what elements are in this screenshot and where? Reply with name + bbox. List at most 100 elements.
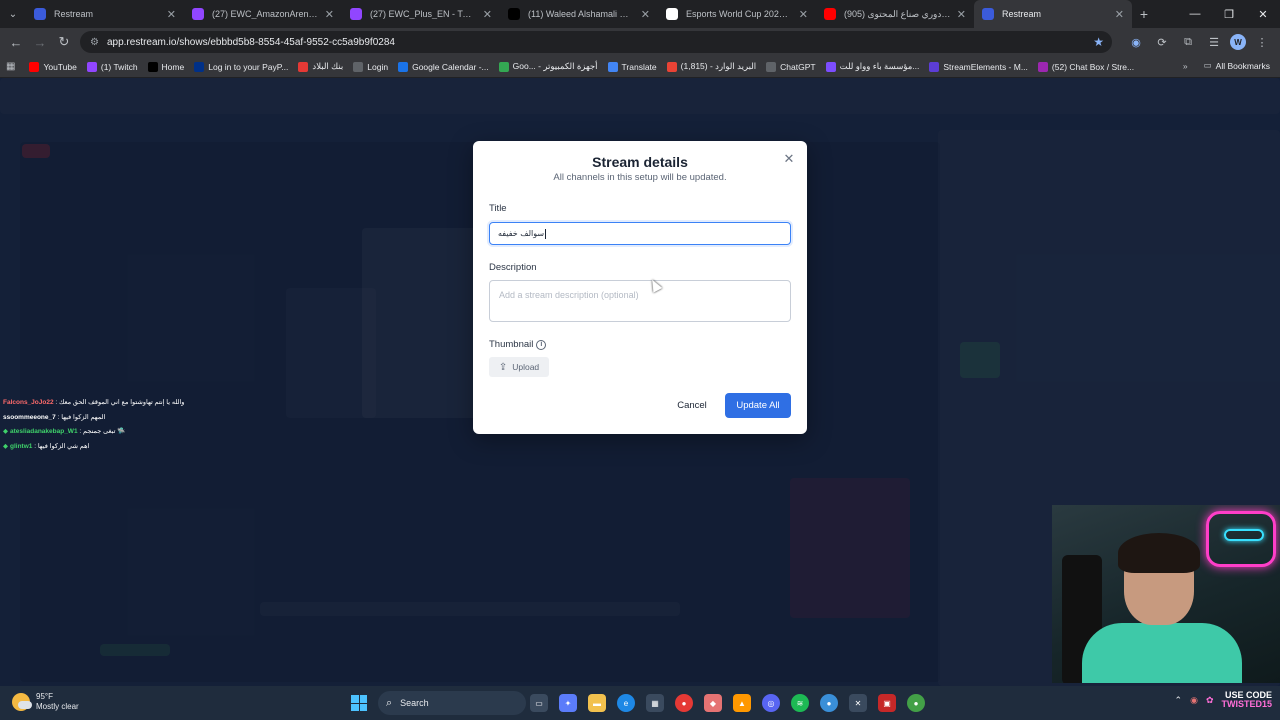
tab-close-icon[interactable]: ✕ xyxy=(325,8,334,21)
chrome-active-icon[interactable]: ● xyxy=(820,694,838,712)
extensions-icon[interactable]: ⧉ xyxy=(1178,32,1198,52)
minimize-button[interactable]: — xyxy=(1178,0,1212,28)
chat-text: : اهم شي الزكوا فيها xyxy=(34,442,90,450)
twitch-icon xyxy=(86,61,97,72)
update-all-button[interactable]: Update All xyxy=(725,393,791,418)
close-window-button[interactable]: ✕ xyxy=(1246,0,1280,28)
bookmark-item[interactable]: StreamElements - M... xyxy=(929,61,1028,72)
cancel-button[interactable]: Cancel xyxy=(670,395,714,415)
url-bar[interactable]: ⚙ app.restream.io/shows/ebbbd5b8-8554-45… xyxy=(80,31,1112,53)
tab-close-icon[interactable]: ✕ xyxy=(641,8,650,21)
bookmark-item[interactable]: (52) Chat Box / Stre... xyxy=(1037,61,1134,72)
upload-button[interactable]: ⇪ Upload xyxy=(489,357,549,377)
search-icon: ⌕ xyxy=(386,696,393,709)
tab-close-icon[interactable]: ✕ xyxy=(167,8,176,21)
taskbar-search[interactable]: ⌕ Search xyxy=(378,691,526,715)
vlc-icon[interactable]: ▲ xyxy=(733,694,751,712)
store-icon[interactable]: ▦ xyxy=(646,694,664,712)
twitch-icon xyxy=(350,8,362,20)
title-input-value: سوالف خفيفه xyxy=(498,229,545,238)
task-view-icon[interactable]: ▭ xyxy=(530,694,548,712)
tray-chevron-icon[interactable]: ⌃ xyxy=(1175,695,1183,706)
bookmarks-bar: ▦ YouTube (1) Twitch Home Log in to your Pa… xyxy=(0,56,1280,78)
profile-avatar[interactable]: W xyxy=(1230,34,1246,50)
bookmark-item[interactable]: Login xyxy=(353,61,388,72)
tab-close-icon[interactable]: ✕ xyxy=(1115,8,1124,21)
browser-tab[interactable]: (11) Waleed Alshamali 🧿 on X ✕ xyxy=(500,0,658,28)
bookmark-label: بنك البلاد xyxy=(312,61,344,71)
window-controls: — ❐ ✕ xyxy=(1178,0,1280,28)
chat-badge-icon: ◆ xyxy=(3,428,8,435)
tab-close-icon[interactable]: ✕ xyxy=(957,8,966,21)
back-arrow-icon[interactable]: ← xyxy=(4,30,28,54)
bookmark-label: البريد الوارد - (1,815) xyxy=(680,61,757,71)
edge-icon[interactable]: e xyxy=(617,694,635,712)
copilot-icon[interactable]: ✦ xyxy=(559,694,577,712)
discord-icon[interactable]: ◎ xyxy=(762,694,780,712)
tray-app2-icon[interactable]: ✿ xyxy=(1206,695,1214,706)
tray-app-icon[interactable]: ◉ xyxy=(1190,695,1198,706)
extension-sync-icon[interactable]: ⟳ xyxy=(1152,32,1172,52)
bookmark-star-icon[interactable]: ★ xyxy=(1093,35,1104,49)
x-icon xyxy=(147,61,158,72)
title-input[interactable]: سوالف خفيفه xyxy=(489,222,791,245)
spotify-icon[interactable]: ≋ xyxy=(791,694,809,712)
browser-tab[interactable]: Restream ✕ xyxy=(26,0,184,28)
windows-start-icon[interactable] xyxy=(351,695,367,711)
translate-icon xyxy=(607,61,618,72)
windows-taskbar: 95°F Mostly clear ⌕ Search ▭ ✦ ▬ e ▦ ● ◆… xyxy=(0,686,1280,720)
description-input[interactable]: Add a stream description (optional) xyxy=(489,280,791,322)
file-explorer-icon[interactable]: ▬ xyxy=(588,694,606,712)
chrome-icon[interactable]: ● xyxy=(675,694,693,712)
bookmark-label: Google Calendar -... xyxy=(412,61,489,72)
browser-tab-bar: ⌄ Restream✕(27) EWC_AmazonArena_EN - T✕(… xyxy=(0,0,1280,28)
bookmark-item[interactable]: ChatGPT xyxy=(766,61,816,72)
chat-username: ssoommeeone_7 xyxy=(3,413,56,421)
chat-username: glintw1 xyxy=(10,442,33,450)
browser-tab[interactable]: Restream ✕ xyxy=(974,0,1132,28)
bookmark-item[interactable]: Google Calendar -... xyxy=(398,61,489,72)
tab-search-icon[interactable]: ⌄ xyxy=(0,0,26,28)
new-tab-button[interactable]: + xyxy=(1132,6,1156,22)
reading-list-icon[interactable]: ☰ xyxy=(1204,32,1224,52)
bookmark-item[interactable]: البريد الوارد - (1,815) xyxy=(666,61,757,72)
browser-tab[interactable]: (905) دوري صناع المحتوى - 🔊 ✕ xyxy=(816,0,974,28)
bookmark-item[interactable]: Goo... - أجهزة الكمبيوتر xyxy=(498,61,598,72)
tab-close-icon[interactable]: ✕ xyxy=(483,8,492,21)
paypal-icon xyxy=(194,61,205,72)
site-info-icon[interactable]: ⚙ xyxy=(90,37,99,48)
reload-icon[interactable]: ↻ xyxy=(52,30,76,54)
chat-badge-icon: ◆ xyxy=(3,442,8,450)
apps-grid-icon[interactable]: ▦ xyxy=(6,61,15,72)
chevron-right-icon[interactable]: » xyxy=(1183,61,1188,71)
chat-message: ◆ glintw1 : اهم شي الزكوا فيها xyxy=(3,440,203,455)
bookmark-item[interactable]: مؤسسة باء وواو للت... xyxy=(825,61,919,72)
browser-tab[interactable]: Esports World Cup 2025 featur ✕ xyxy=(658,0,816,28)
bookmark-item[interactable]: YouTube xyxy=(29,61,77,72)
promo-line-2: TWISTED15 xyxy=(1221,699,1272,709)
browser-tab[interactable]: (27) EWC_Plus_EN - Twitch ✕ xyxy=(342,0,500,28)
chat-message: ◆ atesliadanakebap_W1 : تبغى جمنجم 🛸 xyxy=(3,425,203,440)
bookmark-item[interactable]: Translate xyxy=(607,61,657,72)
media-icon[interactable]: ◉ xyxy=(1126,32,1146,52)
bookmark-item[interactable]: Log in to your PayP... xyxy=(194,61,288,72)
tab-close-icon[interactable]: ✕ xyxy=(799,8,808,21)
bookmark-item[interactable]: بنك البلاد xyxy=(298,61,343,72)
info-icon[interactable]: i xyxy=(536,339,547,350)
bookmark-label: StreamElements - M... xyxy=(943,61,1028,72)
bookmark-item[interactable]: Home xyxy=(147,61,184,72)
browser-tab[interactable]: (27) EWC_AmazonArena_EN - T ✕ xyxy=(184,0,342,28)
game-app-icon[interactable]: ◆ xyxy=(704,694,722,712)
restore-button[interactable]: ❐ xyxy=(1212,0,1246,28)
chrome-profile-icon[interactable]: ● xyxy=(907,694,925,712)
screen-capture-icon[interactable]: ▣ xyxy=(878,694,896,712)
forward-arrow-icon[interactable]: → xyxy=(28,30,52,54)
all-bookmarks-button[interactable]: » ▭ All Bookmarks xyxy=(1183,60,1270,71)
menu-kebab-icon[interactable]: ⋮ xyxy=(1252,32,1272,52)
app-x-icon[interactable]: ✕ xyxy=(849,694,867,712)
weather-widget[interactable]: 95°F Mostly clear xyxy=(12,692,79,712)
tab-title: (27) EWC_AmazonArena_EN - T xyxy=(212,9,319,19)
chatbox-icon xyxy=(1037,61,1048,72)
bookmark-item[interactable]: (1) Twitch xyxy=(86,61,138,72)
close-icon[interactable]: ✕ xyxy=(781,151,797,167)
